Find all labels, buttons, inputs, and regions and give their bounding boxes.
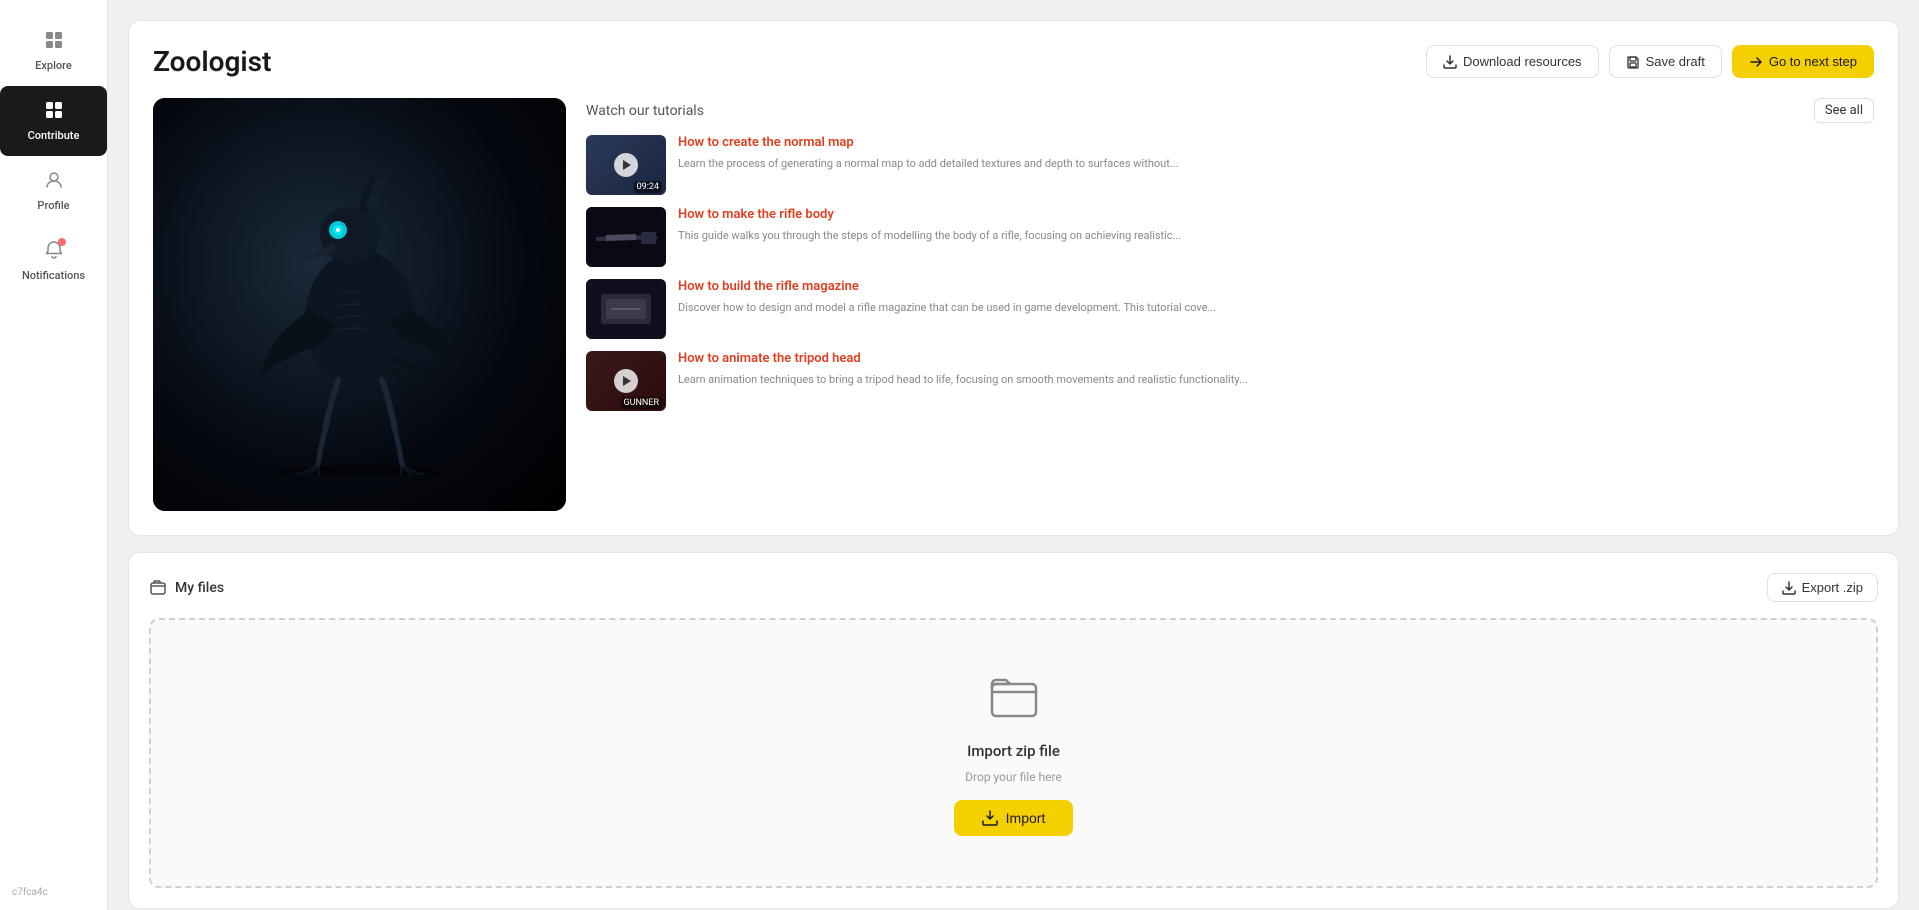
see-all-link[interactable]: See all [1814,98,1874,123]
drop-zone[interactable]: Import zip file Drop your file here Impo… [149,618,1878,888]
top-card: Zoologist Download resources Save draft [128,20,1899,536]
notifications-icon [44,240,64,265]
tutorial-duration-1: 09:24 [634,181,662,193]
sidebar-item-notifications-label: Notifications [22,269,85,282]
files-icon [149,579,167,597]
main-content: Zoologist Download resources Save draft [108,0,1919,910]
files-card: My files Export .zip Import zip file Dro… [128,552,1899,909]
tutorial-thumbnail-4[interactable]: GUNNER [586,351,666,411]
tutorial-item: How to build the rifle magazine Discover… [586,279,1874,339]
tutorial-desc-4: Learn animation techniques to bring a tr… [678,372,1874,387]
sidebar: Explore Contribute Profile [0,0,108,910]
tutorial-desc-3: Discover how to design and model a rifle… [678,300,1874,315]
zoologist-image [153,98,566,511]
sidebar-item-contribute-label: Contribute [28,129,80,142]
sidebar-item-explore-label: Explore [35,59,72,72]
tutorial-info-1: How to create the normal map Learn the p… [678,135,1874,171]
files-title: My files [149,579,224,597]
page-title: Zoologist [153,45,271,78]
export-icon [1782,581,1796,595]
go-to-next-step-button[interactable]: Go to next step [1732,45,1874,78]
drop-zone-title: Import zip file [967,742,1060,760]
version-label: c7fca4c [12,887,48,898]
download-icon [1443,55,1457,69]
tutorials-section-title: Watch our tutorials [586,103,704,119]
play-button-4[interactable] [614,369,638,393]
tutorials-panel: Watch our tutorials See all 09:24 How to… [586,98,1874,511]
export-zip-button[interactable]: Export .zip [1767,573,1878,602]
zoologist-creature-svg [190,135,530,475]
download-resources-button[interactable]: Download resources [1426,45,1599,78]
tutorial-info-2: How to make the rifle body This guide wa… [678,207,1874,243]
tutorial-title-1[interactable]: How to create the normal map [678,135,1874,152]
tutorial-item: GUNNER How to animate the tripod head Le… [586,351,1874,411]
tutorial-title-4[interactable]: How to animate the tripod head [678,351,1874,368]
tutorial-title-2[interactable]: How to make the rifle body [678,207,1874,224]
arrow-right-icon [1749,55,1763,69]
sidebar-item-profile-label: Profile [37,199,69,212]
top-card-header: Zoologist Download resources Save draft [153,45,1874,78]
header-actions: Download resources Save draft Go to next… [1426,45,1874,78]
explore-icon [44,30,64,55]
rifle-body-thumb [586,207,666,267]
folder-icon [988,670,1040,732]
profile-icon [44,170,64,195]
tutorial-title-3[interactable]: How to build the rifle magazine [678,279,1874,296]
sidebar-item-notifications[interactable]: Notifications [0,226,107,296]
sidebar-item-contribute[interactable]: Contribute [0,86,107,156]
sidebar-item-explore[interactable]: Explore [0,16,107,86]
import-button[interactable]: Import [954,800,1074,836]
play-button-1[interactable] [614,153,638,177]
rifle-magazine-thumb [586,279,666,339]
tutorial-desc-2: This guide walks you through the steps o… [678,228,1874,243]
save-draft-button[interactable]: Save draft [1609,45,1722,78]
tutorial-thumbnail-3[interactable] [586,279,666,339]
tutorial-item: 09:24 How to create the normal map Learn… [586,135,1874,195]
tutorials-header: Watch our tutorials See all [586,98,1874,123]
tutorial-duration-4: GUNNER [621,397,662,409]
tutorial-thumbnail-1[interactable]: 09:24 [586,135,666,195]
main-area: Watch our tutorials See all 09:24 How to… [153,98,1874,511]
files-header: My files Export .zip [149,573,1878,602]
tutorial-item: How to make the rifle body This guide wa… [586,207,1874,267]
save-icon [1626,55,1640,69]
tutorial-info-3: How to build the rifle magazine Discover… [678,279,1874,315]
drop-zone-subtitle: Drop your file here [965,770,1062,784]
tutorial-info-4: How to animate the tripod head Learn ani… [678,351,1874,387]
tutorial-thumbnail-2[interactable] [586,207,666,267]
tutorial-desc-1: Learn the process of generating a normal… [678,156,1874,171]
import-icon [982,810,998,826]
contribute-icon [44,100,64,125]
sidebar-item-profile[interactable]: Profile [0,156,107,226]
